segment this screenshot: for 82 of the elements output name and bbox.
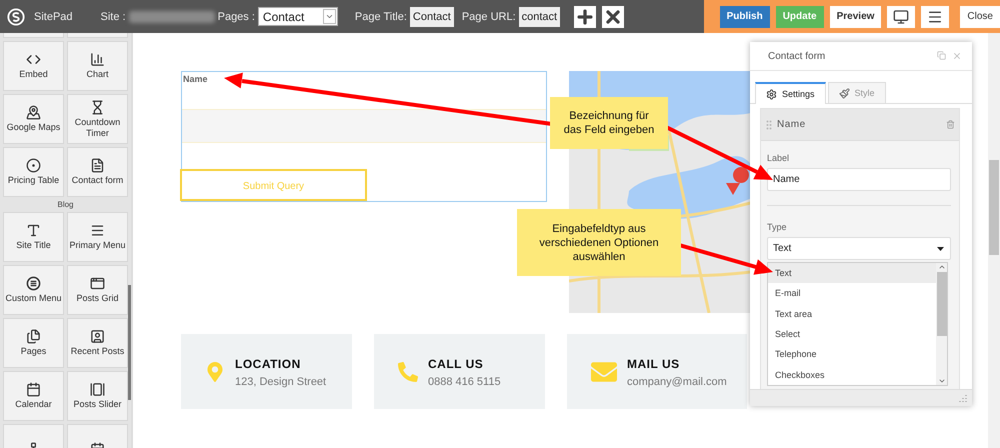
widget-tile[interactable]: Pricing Table [3, 147, 64, 197]
monitor-icon [893, 8, 910, 24]
bar-chart-icon [90, 52, 105, 67]
field-header[interactable]: Name [761, 109, 959, 141]
type-caption: Type [767, 222, 788, 232]
panel-title: Contact form [768, 50, 826, 62]
widget-tile[interactable]: Recent Posts [67, 318, 128, 368]
widget-tile[interactable]: Posts Grid [67, 265, 128, 315]
add-button[interactable] [574, 6, 596, 28]
circle-menu-icon [26, 276, 41, 291]
widget-tile[interactable]: Google Maps [3, 94, 64, 144]
map-pin-icon [26, 105, 41, 120]
letter-t-icon [26, 223, 41, 238]
brush-icon [838, 88, 850, 98]
type-select[interactable]: Text [767, 237, 951, 260]
pages-select[interactable]: Contact [258, 7, 338, 26]
pages-label: Pages : [218, 10, 255, 22]
section-title: Blog [57, 200, 74, 209]
pages-icon [26, 329, 41, 344]
calendar-icon [26, 382, 41, 397]
scroll-up-icon[interactable] [938, 263, 946, 271]
trash-icon[interactable] [946, 120, 955, 129]
widget-tile[interactable]: Embed [3, 41, 64, 91]
widget-tile[interactable]: Contact form [67, 147, 128, 197]
user-card-icon [90, 329, 105, 344]
caret-icon [937, 246, 944, 250]
card-title: MAIL US [627, 357, 681, 371]
page-title-field[interactable]: Contact [410, 6, 454, 26]
scrollbar-thumb[interactable] [989, 160, 999, 255]
form-icon [90, 158, 105, 173]
widget-tile[interactable]: Custom Menu [3, 265, 64, 315]
widget-tile[interactable]: Chart [67, 41, 128, 91]
restore-icon[interactable] [937, 51, 946, 60]
window-icon [90, 276, 105, 291]
input-field[interactable] [182, 109, 546, 143]
scroll-down-icon[interactable] [938, 377, 946, 385]
widget-tile[interactable]: Posts Slider [67, 371, 128, 421]
scrollbar-thumb[interactable] [128, 285, 131, 400]
phone-icon [398, 362, 418, 382]
label-input[interactable]: Name [767, 168, 951, 191]
logo-icon [7, 8, 25, 26]
widget-tile[interactable]: Primary Menu [67, 212, 128, 262]
callout-note: Bezeichnung für das Feld eingeben [550, 97, 668, 149]
app-name: SitePad [34, 10, 73, 22]
card-title: LOCATION [235, 357, 302, 371]
close-page-button[interactable] [602, 6, 624, 28]
map-pin-icon [205, 362, 225, 382]
close-icon[interactable] [952, 51, 962, 61]
panel-tab[interactable]: Settings [755, 82, 826, 104]
site-label: Site : [100, 10, 126, 22]
resize-grip-icon[interactable] [959, 394, 967, 402]
menu-icon [90, 223, 105, 238]
slider-icon [90, 382, 105, 397]
card-text: company@mail.com [627, 376, 727, 388]
page-url-field[interactable]: contact [518, 6, 560, 26]
card-text: 123, Design Street [235, 376, 326, 388]
widget-tile[interactable]: Countdown Timer [67, 94, 128, 144]
menu-button[interactable] [921, 6, 950, 28]
field-label: Name [183, 74, 208, 84]
code-icon [26, 52, 41, 67]
circle-icon [26, 158, 41, 173]
page-title-label: Page Title: [354, 10, 407, 22]
monitor-button[interactable] [887, 6, 916, 28]
settings-icon [766, 88, 777, 100]
hourglass-icon [90, 100, 105, 114]
toolbar-button[interactable]: Preview [830, 6, 882, 28]
plus-icon [575, 6, 596, 26]
type-option[interactable]: Text [768, 263, 936, 284]
card-title: CALL US [428, 357, 484, 371]
toolbar-button[interactable]: Publish [720, 6, 770, 28]
callout-note: Eingabefeldtyp aus verschiedenen Optionen auswählen [517, 209, 681, 276]
card-text: 0888 416 5115 [428, 376, 501, 388]
menu-icon [927, 8, 944, 24]
widget-tile[interactable]: Calendar [3, 371, 64, 421]
scrollbar-thumb[interactable] [936, 272, 946, 336]
close-button[interactable]: Close [960, 6, 1000, 28]
caret-icon [324, 12, 334, 21]
page-url-label: Page URL: [462, 10, 516, 22]
contact-form-block[interactable]: Name Submit Query [181, 71, 547, 202]
widget-tile[interactable]: Site Title [3, 212, 64, 262]
widget-tile[interactable]: Pages [3, 318, 64, 368]
label-caption: Label [767, 153, 790, 163]
